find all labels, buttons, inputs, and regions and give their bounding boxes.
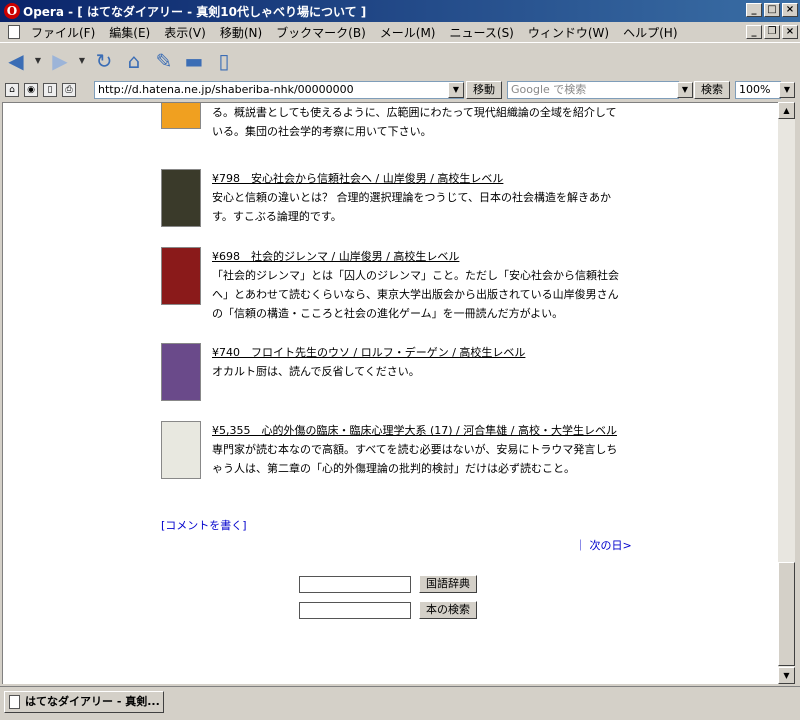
forward-dropdown-icon[interactable]: ▼ bbox=[78, 49, 86, 73]
menu-view[interactable]: 表示(V) bbox=[157, 24, 213, 41]
navigation-toolbar: ◀ ▼ ▶ ▼ ↻ ⌂ ✎ ▬ ▯ bbox=[0, 42, 800, 78]
book-cover[interactable] bbox=[161, 247, 201, 305]
hotlist-icon[interactable]: ✎ bbox=[152, 49, 176, 73]
reload-icon[interactable]: ↻ bbox=[92, 49, 116, 73]
menu-file[interactable]: ファイル(F) bbox=[24, 24, 102, 41]
opera-logo-icon: O bbox=[4, 3, 20, 19]
new-page-icon[interactable]: ▯ bbox=[212, 49, 236, 73]
back-dropdown-icon[interactable]: ▼ bbox=[34, 49, 42, 73]
book-description: 「社会的ジレンマ」とは「囚人のジレンマ」こと。ただし「安心社会から信頼社会へ」と… bbox=[212, 269, 619, 320]
print-preview-icon[interactable]: ⎙ bbox=[62, 83, 76, 97]
book-search-form: 本の検索 bbox=[299, 601, 477, 619]
close-button[interactable]: × bbox=[782, 3, 798, 17]
book-cover[interactable] bbox=[161, 103, 201, 129]
dictionary-search-button[interactable]: 国語辞典 bbox=[419, 575, 477, 593]
url-dropdown-icon[interactable]: ▼ bbox=[448, 82, 464, 98]
book-cover[interactable] bbox=[161, 421, 201, 479]
book-description: る。概説書としても使えるように、広範囲にわたって現代組織論の全域を紹介している。… bbox=[212, 106, 617, 138]
tab-label: はてなダイアリー - 真剣... bbox=[25, 695, 160, 708]
doc-minimize-button[interactable]: _ bbox=[746, 25, 762, 39]
book-description: 専門家が読む本なので高額。すべてを読む必要はないが、安易にトラウマ発言しちゃう人… bbox=[212, 443, 618, 475]
image-toggle-icon[interactable]: ◉ bbox=[24, 83, 38, 97]
forward-icon[interactable]: ▶ bbox=[48, 49, 72, 73]
book-title-link[interactable]: ¥740 フロイト先生のウソ / ロルフ・デーゲン / 高校生レベル bbox=[212, 346, 525, 359]
menu-bar: ファイル(F) 編集(E) 表示(V) 移動(N) ブックマーク(B) メール(… bbox=[0, 22, 800, 42]
zoom-field[interactable]: 100% bbox=[735, 81, 781, 99]
tab-bar: はてなダイアリー - 真剣... bbox=[0, 686, 800, 720]
address-bar: ⌂ ◉ ▯ ⎙ http://d.hatena.ne.jp/shaberiba-… bbox=[0, 79, 800, 101]
page-icon bbox=[9, 695, 20, 709]
page-tab[interactable]: はてなダイアリー - 真剣... bbox=[4, 691, 164, 713]
book-cover[interactable] bbox=[161, 343, 201, 401]
go-button[interactable]: 移動 bbox=[466, 81, 502, 99]
scroll-down-icon[interactable]: ▼ bbox=[778, 667, 795, 684]
menu-window[interactable]: ウィンドウ(W) bbox=[521, 24, 616, 41]
page-info-icon[interactable]: ▯ bbox=[43, 83, 57, 97]
next-day-link[interactable]: ｜ 次の日> bbox=[575, 537, 632, 553]
security-icon[interactable]: ⌂ bbox=[5, 83, 19, 97]
window-title: Opera - [ はてなダイアリー - 真剣10代しゃべり場について ] bbox=[23, 4, 367, 19]
home-icon[interactable]: ⌂ bbox=[122, 49, 146, 73]
page-content: る。概説書としても使えるように、広範囲にわたって現代組織論の全域を紹介している。… bbox=[2, 102, 778, 684]
zoom-dropdown-icon[interactable]: ▼ bbox=[779, 82, 795, 98]
maximize-button[interactable]: □ bbox=[764, 3, 780, 17]
minimize-button[interactable]: _ bbox=[746, 3, 762, 17]
page-icon bbox=[8, 25, 20, 39]
write-comment-link[interactable]: [コメントを書く] bbox=[161, 517, 247, 533]
menu-news[interactable]: ニュース(S) bbox=[442, 24, 520, 41]
vertical-scrollbar[interactable]: ▲ ▼ bbox=[778, 102, 795, 684]
menu-navigation[interactable]: 移動(N) bbox=[213, 24, 269, 41]
print-icon[interactable]: ▬ bbox=[182, 49, 206, 73]
search-input[interactable]: Google で検索 bbox=[507, 81, 679, 99]
book-title-link[interactable]: ¥698 社会的ジレンマ / 山岸俊男 / 高校生レベル bbox=[212, 250, 459, 263]
book-description: 安心と信頼の違いとは？ 合理的選択理論をつうじて、日本の社会構造を解きあかす。す… bbox=[212, 191, 611, 223]
window-titlebar: O Opera - [ はてなダイアリー - 真剣10代しゃべり場について ] … bbox=[0, 0, 800, 22]
doc-close-button[interactable]: × bbox=[782, 25, 798, 39]
dictionary-search-input[interactable] bbox=[299, 575, 411, 593]
book-description: オカルト厨は、読んで反省してください。 bbox=[212, 365, 420, 378]
book-title-link[interactable]: ¥5,355 心的外傷の臨床・臨床心理学大系 (17) / 河合隼雄 / 高校・… bbox=[212, 424, 617, 437]
book-search-button[interactable]: 本の検索 bbox=[419, 601, 477, 619]
menu-edit[interactable]: 編集(E) bbox=[102, 24, 157, 41]
scrollbar-thumb[interactable] bbox=[778, 562, 795, 666]
book-title-link[interactable]: ¥798 安心社会から信頼社会へ / 山岸俊男 / 高校生レベル bbox=[212, 172, 503, 185]
doc-restore-button[interactable]: ❐ bbox=[764, 25, 780, 39]
search-button[interactable]: 検索 bbox=[694, 81, 730, 99]
book-search-input[interactable] bbox=[299, 601, 411, 619]
search-engine-dropdown-icon[interactable]: ▼ bbox=[677, 82, 693, 98]
back-icon[interactable]: ◀ bbox=[4, 49, 28, 73]
book-cover[interactable] bbox=[161, 169, 201, 227]
menu-bookmarks[interactable]: ブックマーク(B) bbox=[269, 24, 373, 41]
url-input[interactable]: http://d.hatena.ne.jp/shaberiba-nhk/0000… bbox=[94, 81, 464, 99]
scroll-up-icon[interactable]: ▲ bbox=[778, 102, 795, 119]
menu-mail[interactable]: メール(M) bbox=[373, 24, 443, 41]
menu-help[interactable]: ヘルプ(H) bbox=[616, 24, 684, 41]
dictionary-search-form: 国語辞典 bbox=[299, 575, 477, 593]
